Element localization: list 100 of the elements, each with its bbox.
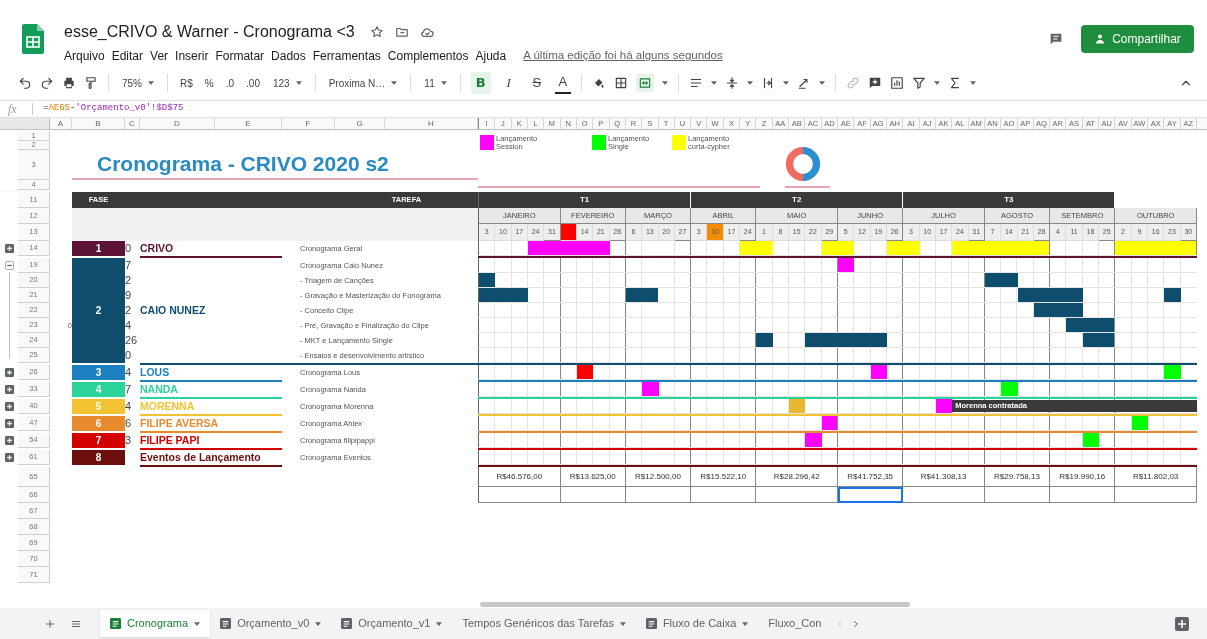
plus-icon[interactable] (4, 453, 14, 462)
sheet-tab-icon (110, 618, 121, 629)
phase-name: Eventos de Lançamento (140, 449, 261, 465)
caret-icon (391, 81, 398, 85)
caret-icon (746, 81, 753, 85)
total-cell: R$28.296,42 (756, 467, 838, 487)
formula-text[interactable]: =AE65-'Orçamento_v0'!$D$75 (43, 102, 184, 116)
caret-icon (933, 81, 940, 85)
star-icon[interactable] (369, 25, 384, 39)
column-header[interactable]: E (215, 118, 282, 129)
cell-value: 0 (125, 348, 133, 363)
dropdown-button[interactable]: 123 (269, 72, 305, 94)
table-cell[interactable] (625, 487, 692, 503)
last-edit-link[interactable]: A última edição foi há alguns segundos (523, 47, 723, 65)
column-header[interactable]: H (385, 118, 478, 129)
menu-item[interactable]: Complementos (387, 47, 469, 65)
chart-icon[interactable] (889, 76, 904, 90)
table-cell[interactable] (1115, 487, 1197, 503)
menu-item[interactable]: Ver (150, 47, 169, 65)
dropdown-button[interactable]: 11 (421, 72, 450, 94)
menu-item[interactable]: Dados (271, 47, 306, 65)
align-left-icon[interactable] (688, 76, 703, 90)
sheet-tab[interactable]: Fluxo_Con (758, 610, 832, 637)
dropdown-button[interactable]: Proxima N… (325, 72, 401, 94)
cell-value: 26 (125, 333, 139, 348)
sheet-tab[interactable]: Cronograma (100, 610, 211, 637)
column-header[interactable]: C (125, 118, 140, 129)
caret-icon (782, 81, 789, 85)
caret-icon (619, 621, 626, 626)
column-header[interactable]: D (140, 118, 215, 129)
column-header[interactable]: B (72, 118, 125, 129)
table-cell[interactable] (691, 487, 757, 503)
text-rotate-icon[interactable] (796, 76, 811, 90)
dropdown-button[interactable]: 75% (119, 72, 157, 94)
minus-icon[interactable] (4, 261, 14, 270)
quarter-header: T1 (479, 192, 692, 208)
caret-icon (315, 621, 322, 626)
caret-icon (148, 81, 154, 85)
table-cell[interactable] (756, 487, 838, 503)
table-cell[interactable] (838, 487, 904, 503)
plus-icon[interactable] (4, 368, 14, 377)
table-cell[interactable] (479, 487, 561, 503)
column-header[interactable]: F (282, 118, 335, 129)
plus-icon[interactable] (4, 244, 14, 253)
phase-name: CRIVO (140, 240, 174, 256)
explore-icon[interactable] (1175, 616, 1189, 631)
phase-name: CAIO NUNEZ (140, 302, 206, 318)
total-cell: R$19.990,16 (1050, 467, 1116, 487)
plus-icon[interactable] (4, 402, 14, 411)
menu-item[interactable]: Editar (111, 47, 144, 65)
format-button[interactable]: .00 (244, 72, 262, 94)
scrollbar[interactable] (480, 601, 910, 607)
caret-icon (661, 81, 668, 85)
redo-icon[interactable] (40, 76, 54, 90)
format-button[interactable]: R$ (178, 72, 195, 94)
sheet-tab[interactable]: Orçamento_v0 (210, 610, 332, 637)
vertical-align-icon[interactable] (724, 76, 739, 90)
sheet-tab[interactable]: Fluxo de Caixa (635, 610, 759, 637)
undo-icon[interactable] (18, 76, 32, 90)
table-cell[interactable] (984, 487, 1051, 503)
filter-icon[interactable] (911, 76, 926, 90)
paint-format-icon[interactable] (84, 76, 98, 90)
column-header[interactable]: G (335, 118, 385, 129)
borders-icon[interactable] (613, 76, 628, 90)
add-sheet-icon[interactable] (44, 617, 56, 630)
menu-item[interactable]: Ajuda (475, 47, 507, 65)
merge-cells-icon[interactable] (635, 74, 654, 92)
italic-button[interactable]: I (498, 72, 519, 94)
person-icon (1094, 33, 1107, 45)
sheet-tab[interactable]: Tempos Genéricos das Tarefas (452, 610, 636, 637)
format-button[interactable]: .0 (223, 72, 237, 94)
folder-icon[interactable] (394, 25, 409, 39)
cell-value: 4 (125, 318, 133, 333)
strike-button[interactable]: S (526, 72, 547, 94)
column-header[interactable]: A (50, 118, 72, 129)
cell-value: 6 (125, 416, 133, 431)
print-icon[interactable] (62, 76, 76, 90)
table-cell[interactable] (903, 487, 985, 503)
plus-icon[interactable] (4, 385, 14, 394)
menu-item[interactable]: Ferramentas (312, 47, 381, 65)
document-title[interactable]: esse_CRIVO & Warner - Cronograma <3 (64, 22, 355, 42)
sheet-tab[interactable]: Orçamento_v1 (331, 610, 453, 637)
sheet-tab-icon (645, 618, 657, 629)
format-button[interactable]: % (202, 72, 216, 94)
menu-item[interactable]: Inserir (175, 47, 209, 65)
phase-badge: 1 (72, 241, 125, 256)
menu-item[interactable]: Formatar (215, 47, 265, 65)
total-cell: R$41.308,13 (903, 467, 985, 487)
share-button[interactable]: Compartilhar (1081, 25, 1194, 53)
plus-icon[interactable] (4, 419, 14, 428)
plus-icon[interactable] (4, 436, 14, 445)
table-cell[interactable] (1050, 487, 1116, 503)
menu-item[interactable]: Arquivo (64, 47, 105, 65)
add-comment-icon[interactable] (867, 76, 882, 90)
cell-value: 3 (125, 433, 133, 448)
total-cell: R$29.758,13 (984, 467, 1051, 487)
text-color-button[interactable]: A (554, 72, 571, 94)
bold-button[interactable]: B (470, 72, 491, 94)
table-cell[interactable] (560, 487, 626, 503)
sheets-logo-icon[interactable] (22, 24, 44, 54)
